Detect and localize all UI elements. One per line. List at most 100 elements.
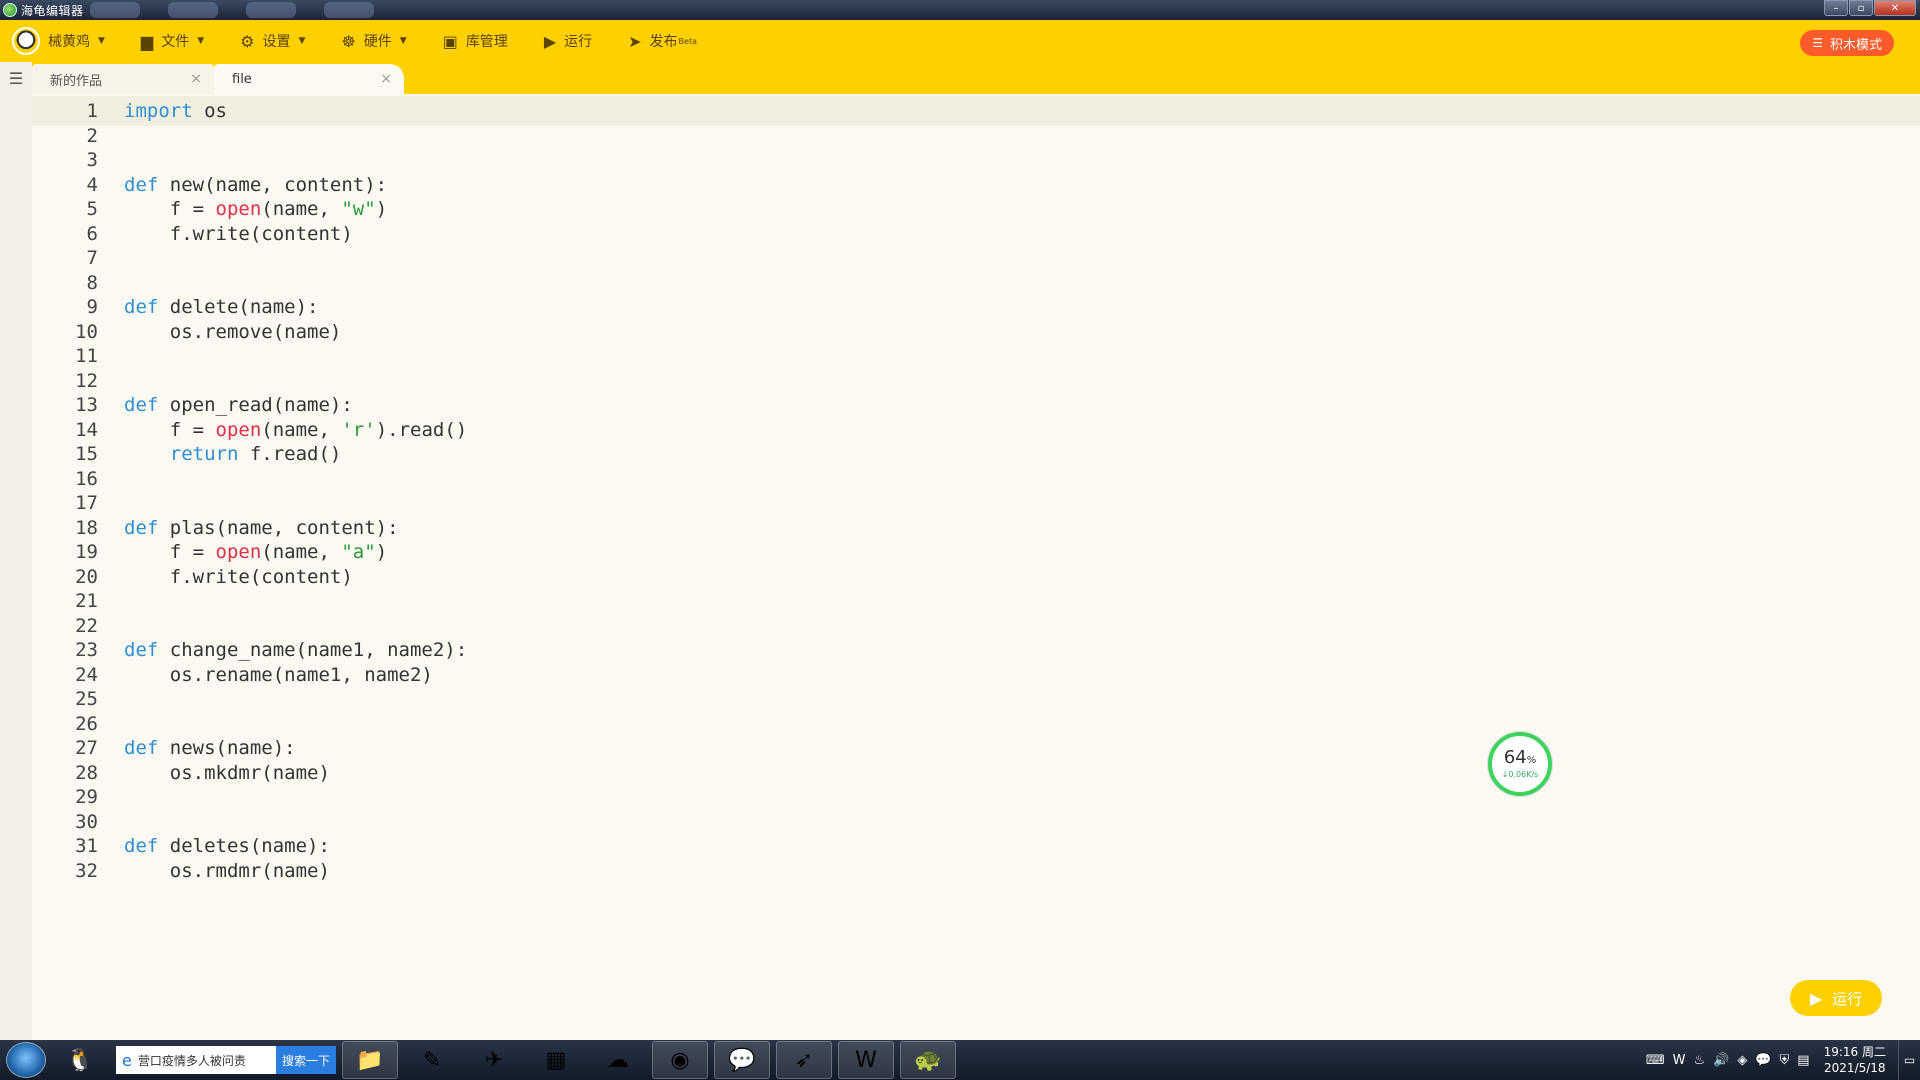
- menu-icon: ☰: [8, 68, 24, 88]
- taskbar-clock[interactable]: 19:16 周二 2021/5/18: [1824, 1044, 1886, 1076]
- tab-label: file: [232, 71, 252, 87]
- hardware-menu[interactable]: ☸ 硬件 ▼: [341, 31, 406, 51]
- code-token: change_name(name1, name2):: [158, 639, 468, 661]
- toolbar-run-button[interactable]: ▶ 运行: [544, 31, 592, 51]
- code-token: plas(name, content):: [158, 516, 399, 539]
- code-text: f = open(name, "w"): [124, 198, 387, 220]
- play-icon: ▶: [1809, 988, 1823, 1008]
- code-text: def deletes(name):: [124, 835, 330, 857]
- blocks-mode-button[interactable]: ☰ 积木模式: [1800, 30, 1894, 56]
- line-number: 7: [86, 247, 98, 269]
- tab-new-project[interactable]: 新的作品 ×: [32, 64, 214, 94]
- code-text: f = open(name, "a"): [124, 541, 387, 563]
- taskbar-search[interactable]: e 营口疫情多人被问责 搜索一下: [116, 1046, 337, 1074]
- meeting-icon[interactable]: ☁: [590, 1041, 646, 1079]
- maximize-button[interactable]: ▫: [1849, 0, 1873, 16]
- window-title: 海龟编辑器: [21, 3, 84, 18]
- notes-icon[interactable]: ✎: [404, 1041, 460, 1079]
- chrome-icon[interactable]: ◉: [652, 1041, 709, 1079]
- close-icon[interactable]: ×: [380, 71, 392, 87]
- keyboard-icon[interactable]: ⌨: [1646, 1053, 1665, 1068]
- code-text: def delete(name):: [124, 296, 318, 318]
- start-button[interactable]: [6, 1042, 46, 1078]
- close-icon[interactable]: ×: [190, 71, 202, 87]
- security-shield-icon[interactable]: ⛨: [1780, 1053, 1790, 1068]
- clock-date: 2021/5/18: [1824, 1061, 1886, 1075]
- line-number: 6: [86, 222, 98, 245]
- string-token: "a": [341, 541, 376, 563]
- main-toolbar: 械黄鸡 ▼ ▆ 文件 ▼ ⚙ 设置 ▼ ☸ 硬件 ▼ ▣ 库管理 ▶ 运行 ➤ …: [0, 20, 1920, 62]
- code-text: def change_name(name1, name2):: [124, 639, 467, 661]
- publish-button[interactable]: ➤ 发布 Beta: [628, 31, 697, 51]
- close-window-button[interactable]: ✕: [1874, 0, 1916, 16]
- notification-icon[interactable]: ▭: [1898, 1040, 1920, 1080]
- line-number: 25: [75, 688, 98, 710]
- tab-file[interactable]: file ×: [214, 64, 404, 94]
- code-token: f.write(content): [124, 565, 353, 588]
- app-icon: [3, 3, 17, 17]
- wps-tray-icon[interactable]: W: [1673, 1053, 1686, 1068]
- chevron-down-icon: ▼: [298, 36, 306, 46]
- wechat-tray-icon[interactable]: 💬: [1755, 1053, 1771, 1068]
- wps-icon[interactable]: W: [838, 1041, 895, 1079]
- run-button[interactable]: ▶ 运行: [1790, 980, 1882, 1016]
- line-number: 27: [75, 737, 98, 759]
- beta-badge: Beta: [678, 36, 697, 46]
- app-tray-icon[interactable]: ◈: [1737, 1053, 1747, 1068]
- code-text: os.rename(name1, name2): [124, 664, 433, 686]
- code-line[interactable]: 32 os.rmdmr(name): [0, 856, 330, 886]
- wechat-icon[interactable]: 💬: [714, 1041, 771, 1079]
- network-icon[interactable]: ▤: [1797, 1053, 1809, 1068]
- minecraft-icon[interactable]: ▦: [528, 1041, 584, 1079]
- code-text: def new(name, content):: [124, 174, 387, 196]
- current-line-highlight: [32, 96, 1920, 126]
- feishu-icon[interactable]: ✈: [466, 1041, 522, 1079]
- hardware-menu-label: 硬件: [363, 34, 392, 50]
- line-number: 4: [86, 173, 98, 196]
- gear-icon: ⚙: [240, 31, 255, 51]
- fire-icon[interactable]: ♨: [1694, 1053, 1706, 1068]
- code-token: ): [375, 541, 388, 563]
- qq-icon[interactable]: 🐧: [52, 1041, 108, 1079]
- file-explorer-icon[interactable]: 📁: [342, 1041, 399, 1079]
- code-token: f =: [124, 541, 216, 563]
- network-speed: ↓0.06K/s: [1501, 770, 1539, 779]
- line-number: 29: [75, 786, 98, 808]
- file-menu[interactable]: ▆ 文件 ▼: [141, 31, 204, 51]
- user-menu[interactable]: 械黄鸡 ▼: [48, 31, 105, 51]
- line-number: 5: [86, 198, 98, 220]
- taskbar-search-input[interactable]: e 营口疫情多人被问责: [116, 1046, 276, 1074]
- volume-icon[interactable]: 🔊: [1713, 1053, 1729, 1068]
- memory-percent: 64%: [1503, 747, 1537, 768]
- code-editor[interactable]: 1 import os 2 3 4 def new(name, content): 5 f …: [0, 94, 1920, 1040]
- network-speed-widget[interactable]: 64% ↓0.06K/s: [1488, 732, 1552, 796]
- taskbar-search-button[interactable]: 搜索一下: [276, 1046, 337, 1074]
- blocks-icon: ☰: [1812, 36, 1823, 50]
- code-token: os.mkdmr(name): [124, 761, 330, 784]
- string-token: 'r': [341, 418, 376, 441]
- builtin-token: open: [215, 541, 262, 563]
- code-token: new(name, content):: [158, 173, 388, 196]
- turtle-editor-icon[interactable]: 🐢: [900, 1041, 957, 1079]
- code-token: f =: [124, 198, 216, 220]
- sidebar-toggle-button[interactable]: ☰: [0, 62, 32, 94]
- library-icon: ▣: [442, 31, 458, 51]
- line-number: 19: [75, 541, 98, 563]
- dingtalk-icon[interactable]: ➶: [776, 1041, 833, 1079]
- line-number: 8: [86, 271, 98, 294]
- clock-time: 19:16 周二: [1823, 1045, 1886, 1059]
- code-token: ).read(): [375, 418, 468, 441]
- system-tray: ⌨ W ♨ 🔊 ◈ 💬 ⛨ ▤ 19:16 周二 2021/5/18 ▭: [1642, 1040, 1920, 1080]
- minimize-button[interactable]: –: [1824, 0, 1848, 16]
- toolbar-run-label: 运行: [564, 34, 593, 50]
- line-number: 23: [75, 639, 98, 661]
- code-token: ): [375, 198, 388, 220]
- chevron-down-icon: ▼: [399, 36, 407, 46]
- library-manager-button[interactable]: ▣ 库管理: [443, 31, 508, 51]
- settings-menu[interactable]: ⚙ 设置 ▼: [240, 31, 305, 51]
- code-token: os: [192, 100, 227, 122]
- window-controls: – ▫ ✕: [1823, 0, 1916, 16]
- line-number: 26: [75, 712, 98, 735]
- line-number: 32: [75, 859, 98, 882]
- keyword-token: def: [124, 394, 159, 416]
